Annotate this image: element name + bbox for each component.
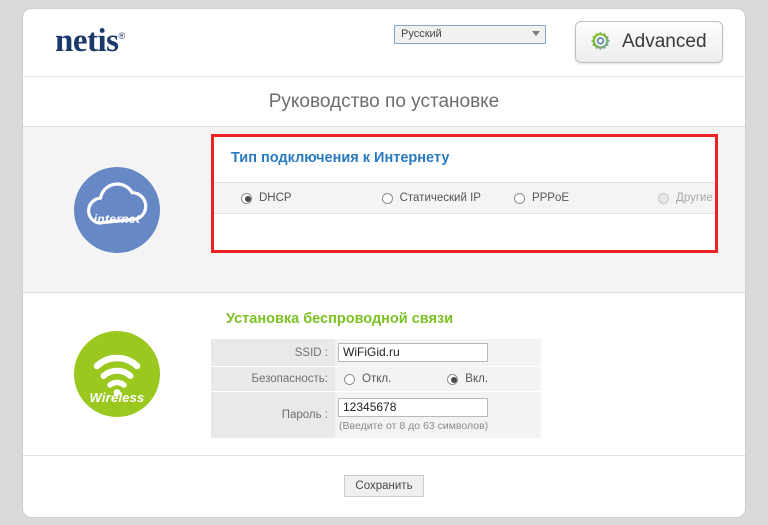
password-label: Пароль : xyxy=(281,409,328,421)
internet-panel: Тип подключения к Интернету DHCP Статиче… xyxy=(214,137,715,250)
cloud-internet-icon: internet xyxy=(74,166,160,253)
ssid-label: SSID : xyxy=(294,346,328,359)
radio-other-indicator xyxy=(658,192,670,204)
radio-option-security-off[interactable]: Откл. xyxy=(344,373,391,385)
radio-security-on-label: Вкл. xyxy=(465,373,489,385)
security-label: Безопасность: xyxy=(251,373,328,385)
radio-static-ip-label: Статический IP xyxy=(399,192,481,204)
language-select[interactable]: Русский xyxy=(394,25,546,44)
wireless-icon-caption: Wireless xyxy=(89,390,145,405)
radio-pppoe-label: PPPoE xyxy=(531,192,570,204)
radio-dhcp-indicator[interactable] xyxy=(241,192,252,204)
wireless-setup-section: Wireless Установка беспроводной связи SS… xyxy=(23,293,745,456)
password-hint: (Введите от 8 до 63 символов) xyxy=(339,420,489,432)
password-input[interactable]: 12345678 xyxy=(338,398,488,417)
security-radio-group: Откл. Вкл. xyxy=(338,373,541,385)
radio-security-on-indicator[interactable] xyxy=(447,373,459,385)
radio-static-ip-indicator[interactable] xyxy=(381,192,393,204)
wifi-signal-icon: Wireless xyxy=(74,331,160,417)
gear-icon xyxy=(587,29,614,56)
chevron-down-icon xyxy=(532,31,540,36)
radio-option-security-on[interactable]: Вкл. xyxy=(447,373,488,385)
page-title: Руководство по установке xyxy=(268,90,500,112)
radio-pppoe-indicator[interactable] xyxy=(513,192,525,204)
logo-text: netis xyxy=(55,23,119,59)
footer-bar: Сохранить xyxy=(23,456,745,516)
password-value-cell: 12345678 (Введите от 8 до 63 символов) xyxy=(335,392,541,438)
radio-other-label: Другие xyxy=(676,192,713,204)
security-value-cell: Откл. Вкл. xyxy=(335,367,541,391)
radio-security-off-indicator[interactable] xyxy=(344,373,355,385)
radio-option-dhcp[interactable]: DHCP xyxy=(241,192,292,204)
advanced-button-label: Advanced xyxy=(622,31,707,52)
page-title-bar: Руководство по установке xyxy=(23,77,745,127)
ssid-row: SSID : WiFiGid.ru xyxy=(211,339,541,367)
radio-security-off-label: Откл. xyxy=(362,373,392,385)
save-button[interactable]: Сохранить xyxy=(344,475,424,497)
ssid-input[interactable]: WiFiGid.ru xyxy=(338,343,488,362)
connection-type-radio-group: DHCP Статический IP PPPoE Другие xyxy=(214,182,715,214)
header-bar: netis® Русский Advanced xyxy=(23,9,745,77)
wireless-panel: Установка беспроводной связи SSID : WiFi… xyxy=(211,311,541,439)
wireless-section-heading: Установка беспроводной связи xyxy=(226,311,454,327)
advanced-button[interactable]: Advanced xyxy=(575,21,723,63)
internet-icon-column: internet xyxy=(23,127,211,292)
router-setup-card: netis® Русский Advanced Руководство по у… xyxy=(22,8,746,518)
logo-trademark: ® xyxy=(118,31,126,41)
page-background: netis® Русский Advanced Руководство по у… xyxy=(0,0,768,525)
netis-logo: netis® xyxy=(55,23,125,60)
wireless-icon-column: Wireless xyxy=(23,293,211,455)
ssid-value-cell: WiFiGid.ru xyxy=(335,339,541,366)
radio-dhcp-label: DHCP xyxy=(259,192,292,204)
radio-option-pppoe[interactable]: PPPoE xyxy=(513,192,570,204)
internet-icon-caption: internet xyxy=(93,211,141,226)
password-row: Пароль : 12345678 (Введите от 8 до 63 си… xyxy=(211,392,541,439)
security-row: Безопасность: Откл. Вкл. xyxy=(211,367,541,392)
internet-section-heading: Тип подключения к Интернету xyxy=(231,150,450,166)
radio-option-other: Другие xyxy=(658,192,713,204)
internet-connection-section: internet Тип подключения к Интернету DHC… xyxy=(23,127,745,293)
radio-option-static-ip[interactable]: Статический IP xyxy=(381,192,481,204)
language-select-value: Русский xyxy=(401,28,442,40)
